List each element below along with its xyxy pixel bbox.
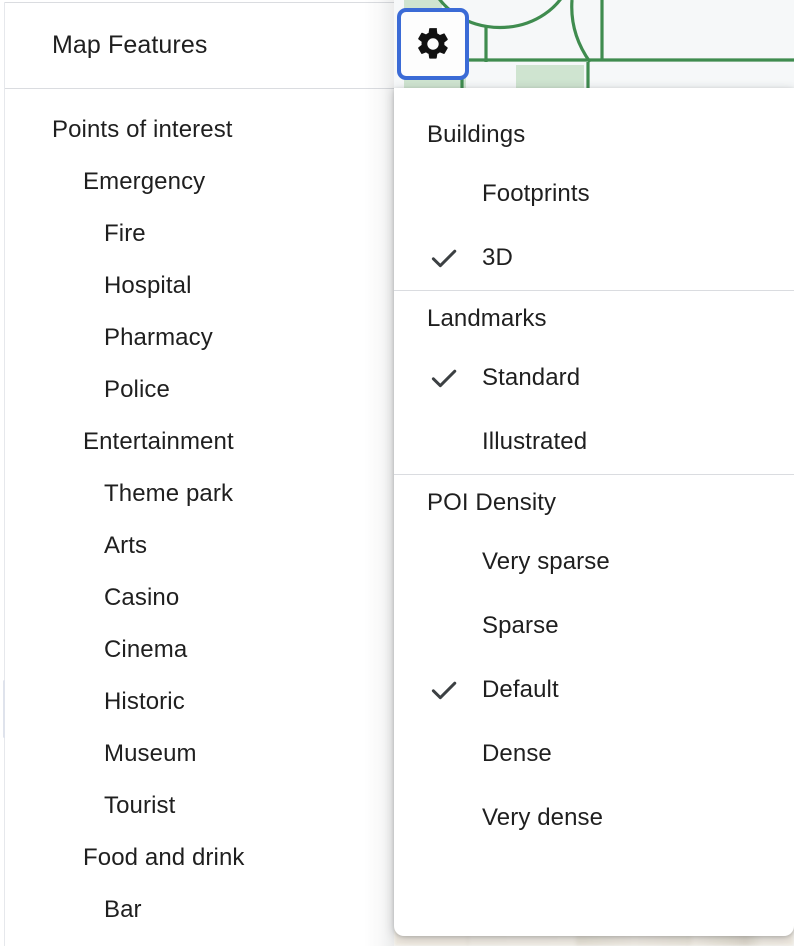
list-item[interactable]: Bar — [5, 884, 394, 936]
list-item[interactable]: Entertainment — [5, 416, 394, 468]
list-item-label: Arts — [104, 532, 148, 559]
menu-item-label: Standard — [482, 364, 581, 391]
menu-section-poi-density: POI Density Very sparse Sparse Default D… — [394, 475, 794, 850]
menu-item-label: 3D — [482, 244, 513, 271]
map-features-panel: Map Features Points of interest Emergenc… — [0, 0, 394, 946]
list-item[interactable]: Arts — [5, 520, 394, 572]
menu-item-very-dense[interactable]: Very dense — [394, 786, 794, 850]
list-item-label: Fire — [104, 220, 146, 247]
list-item-label: Bar — [104, 896, 142, 923]
list-item[interactable]: Cinema — [5, 624, 394, 676]
check-slot — [427, 673, 482, 707]
check-icon — [431, 249, 457, 268]
menu-item-label: Footprints — [482, 180, 590, 207]
menu-item-default[interactable]: Default — [394, 658, 794, 722]
list-item-label: Food and drink — [83, 844, 245, 871]
menu-item-very-sparse[interactable]: Very sparse — [394, 530, 794, 594]
list-item[interactable]: Fire — [5, 208, 394, 260]
list-item[interactable]: Historic — [5, 676, 394, 728]
menu-item-sparse[interactable]: Sparse — [394, 594, 794, 658]
menu-item-label: Illustrated — [482, 428, 588, 455]
map-features-app: Map Features Points of interest Emergenc… — [0, 0, 794, 946]
list-item-label: Historic — [104, 688, 185, 715]
menu-item-dense[interactable]: Dense — [394, 722, 794, 786]
list-item-label: Casino — [104, 584, 180, 611]
list-item-label: Cinema — [104, 636, 188, 663]
menu-item-label: Very dense — [482, 804, 604, 831]
list-item[interactable]: Museum — [5, 728, 394, 780]
list-item-label: Hospital — [104, 272, 192, 299]
list-item-label: Emergency — [83, 168, 206, 195]
list-item[interactable]: Emergency — [5, 156, 394, 208]
list-item[interactable]: Pharmacy — [5, 312, 394, 364]
list-item-label: Police — [104, 376, 170, 403]
menu-item-label: Sparse — [482, 612, 559, 639]
menu-item-footprints[interactable]: Footprints — [394, 162, 794, 226]
gear-icon — [414, 25, 452, 63]
list-item-label: Tourist — [104, 792, 176, 819]
map-settings-button[interactable] — [397, 8, 469, 80]
list-item-label: Points of interest — [52, 116, 233, 143]
check-slot — [427, 361, 482, 395]
panel-header: Map Features — [5, 3, 394, 89]
list-item-label: Entertainment — [83, 428, 234, 455]
list-item[interactable]: Casino — [5, 572, 394, 624]
list-item[interactable]: Points of interest — [5, 104, 394, 156]
list-item-label: Pharmacy — [104, 324, 213, 351]
list-item[interactable]: Food and drink — [5, 832, 394, 884]
list-item-label: Theme park — [104, 480, 234, 507]
menu-item-label: Very sparse — [482, 548, 610, 575]
menu-item-label: Default — [482, 676, 559, 703]
menu-section-header: POI Density — [427, 488, 557, 516]
list-item[interactable]: Hospital — [5, 260, 394, 312]
menu-section-header: Landmarks — [427, 304, 547, 332]
list-item-label: Museum — [104, 740, 197, 767]
list-item[interactable]: Theme park — [5, 468, 394, 520]
menu-section-buildings: Buildings Footprints 3D — [394, 107, 794, 290]
menu-item-label: Dense — [482, 740, 552, 767]
list-item[interactable]: Tourist — [5, 780, 394, 832]
menu-item-standard[interactable]: Standard — [394, 346, 794, 410]
menu-section-landmarks: Landmarks Standard Illustrated — [394, 291, 794, 474]
check-slot — [427, 241, 482, 275]
feature-list: Points of interest Emergency Fire Hospit… — [5, 90, 394, 946]
check-icon — [431, 369, 457, 388]
map-settings-menu: Buildings Footprints 3D Landmarks Standa… — [394, 88, 794, 936]
list-item[interactable]: Police — [5, 364, 394, 416]
page-title: Map Features — [52, 31, 208, 59]
menu-item-3d[interactable]: 3D — [394, 226, 794, 290]
check-icon — [431, 681, 457, 700]
menu-item-illustrated[interactable]: Illustrated — [394, 410, 794, 474]
menu-section-header: Buildings — [427, 120, 526, 148]
